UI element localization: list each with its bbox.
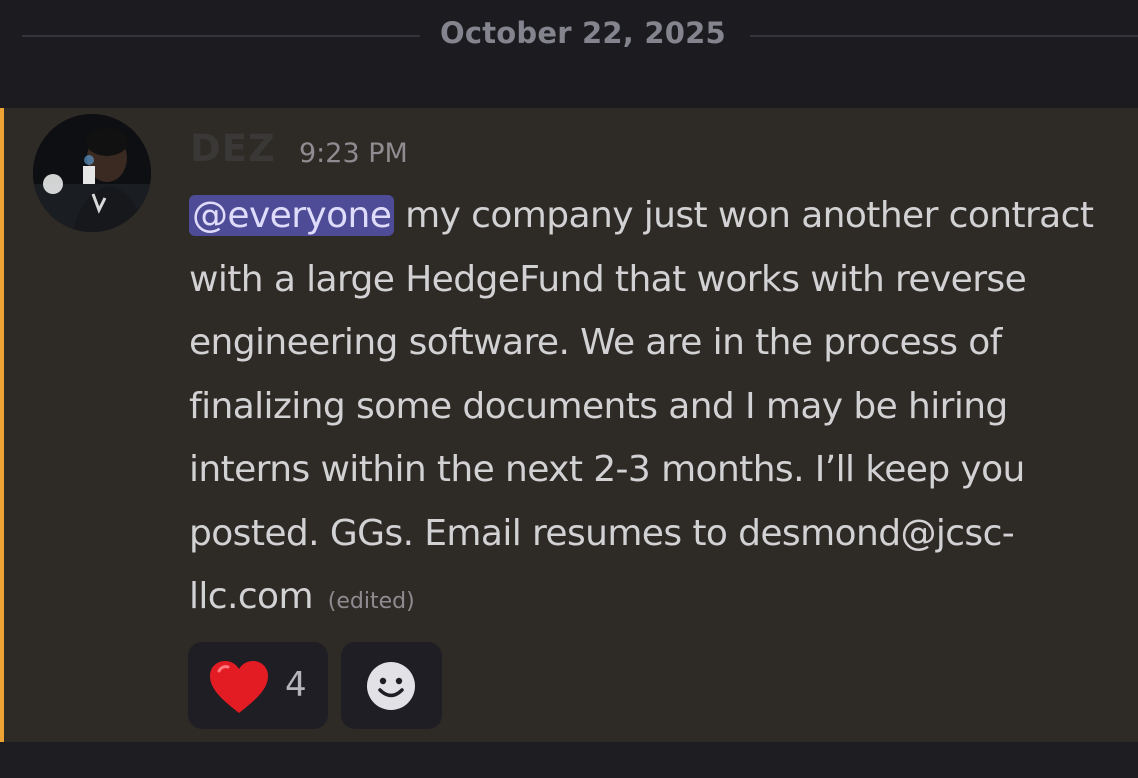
bottom-bar bbox=[0, 742, 1138, 778]
reaction-count: 4 bbox=[285, 665, 307, 705]
edited-label: (edited) bbox=[327, 589, 415, 614]
message-content: @everyone my company just won another co… bbox=[189, 184, 1129, 634]
message-text: my company just won another contract wit… bbox=[189, 195, 1094, 617]
message[interactable]: DEZ 9:23 PM @everyone my company just wo… bbox=[0, 108, 1138, 742]
add-reaction-smile-icon bbox=[367, 662, 415, 710]
everyone-mention[interactable]: @everyone bbox=[189, 195, 395, 236]
avatar-photo-icon bbox=[33, 114, 151, 232]
add-reaction-button[interactable] bbox=[341, 642, 442, 729]
red-heart-icon bbox=[210, 661, 268, 713]
date-divider: October 22, 2025 bbox=[0, 0, 1138, 108]
username[interactable]: DEZ bbox=[190, 127, 276, 170]
divider-line-left bbox=[22, 35, 420, 37]
divider-date: October 22, 2025 bbox=[440, 16, 726, 50]
heart-reaction-button[interactable]: 4 bbox=[188, 642, 328, 729]
mention-highlight-bar bbox=[0, 108, 4, 742]
avatar[interactable] bbox=[33, 114, 151, 232]
divider-line-right bbox=[750, 35, 1138, 37]
message-timestamp: 9:23 PM bbox=[299, 138, 408, 169]
